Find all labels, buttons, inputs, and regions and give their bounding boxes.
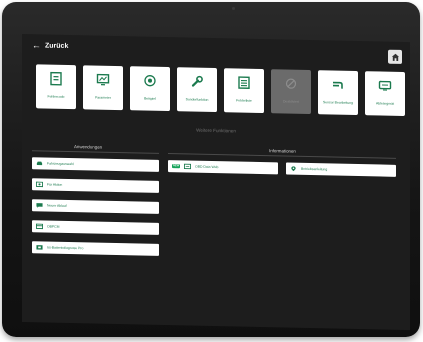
app-item-neuer-ablauf[interactable]: Neuer Ablauf xyxy=(32,199,159,214)
info-item-obd-data-web[interactable]: NEW OBD Data Web xyxy=(168,160,278,175)
applications-divider xyxy=(32,150,159,154)
app-item-label: Fahrzeugauswahl xyxy=(47,161,74,167)
home-icon xyxy=(391,53,399,61)
applications-heading: Anwendungen xyxy=(74,144,103,150)
chat-icon xyxy=(36,202,43,208)
tile-fehlerliste[interactable]: Fehlerliste xyxy=(224,68,264,114)
back-button[interactable]: ← Zurück xyxy=(32,38,68,53)
tablet-device: ← Zurück Fehlercode Parameter Beispiel S… xyxy=(2,2,420,337)
tile-label: Deaktiviert xyxy=(282,99,300,104)
car-icon xyxy=(36,160,43,166)
information-heading: Informationen xyxy=(269,148,296,154)
back-arrow-icon: ← xyxy=(32,39,41,50)
top-bar: ← Zurück xyxy=(22,34,410,64)
tile-label: Fehlercode xyxy=(47,94,65,99)
front-camera xyxy=(232,7,235,10)
tile-label: Parameter xyxy=(95,95,111,100)
tile-deaktiviert: Deaktiviert xyxy=(271,69,311,115)
monitor-icon xyxy=(95,73,111,87)
tile-parameter[interactable]: Parameter xyxy=(83,65,123,111)
app-item-obpcm[interactable]: OBPCM xyxy=(32,220,159,235)
info-item-label: Betriebsanleitung xyxy=(301,166,328,172)
data-icon xyxy=(184,163,192,170)
app-item-label: Für Aktion xyxy=(47,182,63,187)
tile-label: Fehlerliste xyxy=(236,98,252,103)
target-icon xyxy=(142,74,158,88)
device-icon xyxy=(377,78,393,92)
info-item-label: OBD Data Web xyxy=(195,164,219,170)
function-tiles: Fehlercode Parameter Beispiel Sonderfunk… xyxy=(36,64,408,120)
pipe-icon xyxy=(330,77,346,91)
photo-icon xyxy=(36,181,43,188)
battery-icon xyxy=(36,244,43,250)
information-divider xyxy=(168,153,396,159)
location-pin-icon xyxy=(290,166,297,172)
tile-label: Ablesegerät xyxy=(375,101,395,106)
app-screen: ← Zurück Fehlercode Parameter Beispiel S… xyxy=(22,34,410,331)
app-item-label: Ist-Batteriediagnose Pro xyxy=(47,245,84,251)
app-item-fahrzeugauswahl[interactable]: Fahrzeugauswahl xyxy=(32,157,159,172)
tile-ablesegeraet[interactable]: Ablesegerät xyxy=(365,71,405,117)
app-item-batteriediagnose[interactable]: Ist-Batteriediagnose Pro xyxy=(32,241,159,256)
new-badge: NEW xyxy=(172,164,181,169)
tile-sensor-bearbeitung[interactable]: Sensor Bearbeitung xyxy=(318,70,358,116)
home-button[interactable] xyxy=(388,49,402,64)
more-functions-title: Weitere Funktionen xyxy=(196,127,236,134)
card-icon xyxy=(36,223,43,230)
wrench-icon xyxy=(189,74,205,88)
tile-label: Sonderfunktion xyxy=(185,97,209,102)
back-button-label: Zurück xyxy=(45,41,69,50)
info-item-betriebsanleitung[interactable]: Betriebsanleitung xyxy=(286,162,396,177)
list-icon xyxy=(236,75,252,89)
app-item-label: OBPCM xyxy=(47,224,60,229)
app-item-fuer-aktion[interactable]: Für Aktion xyxy=(32,178,159,193)
tile-fehlercode[interactable]: Fehlercode xyxy=(36,64,76,110)
tile-label: Sensor Bearbeitung xyxy=(323,100,353,105)
disabled-icon xyxy=(283,76,299,90)
document-code-icon xyxy=(48,71,64,86)
tile-beispiel[interactable]: Beispiel xyxy=(130,66,170,112)
app-item-label: Neuer Ablauf xyxy=(47,203,67,208)
tile-sonderfunktion[interactable]: Sonderfunktion xyxy=(177,67,217,113)
tile-label: Beispiel xyxy=(144,96,156,101)
